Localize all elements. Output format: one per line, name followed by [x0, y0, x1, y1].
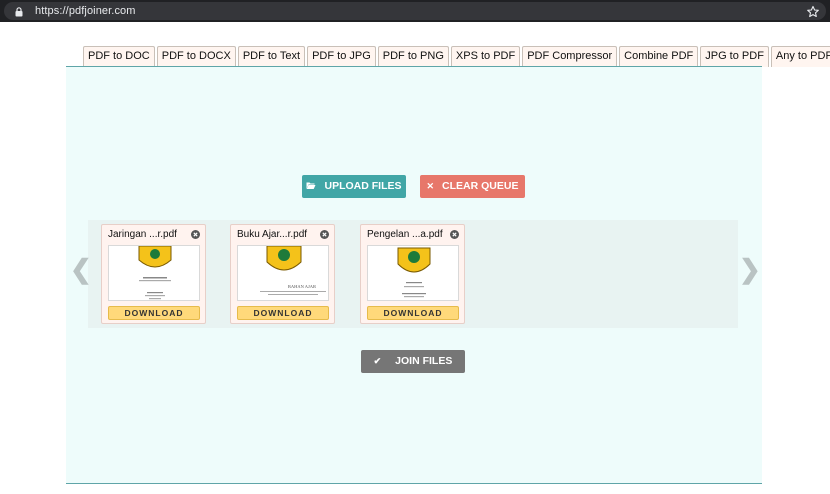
join-files-label: JOIN FILES [395, 355, 453, 367]
converter-tabs: PDF to DOC PDF to DOCX PDF to Text PDF t… [83, 46, 830, 67]
download-button[interactable]: DOWNLOAD [367, 306, 459, 320]
upload-files-button[interactable]: UPLOAD FILES [302, 175, 406, 198]
emblem-icon [266, 246, 302, 271]
chevron-right-icon[interactable]: ❯ [739, 256, 761, 282]
join-files-button[interactable]: ✔ JOIN FILES [361, 350, 465, 373]
file-card: Pengelan ...a.pdf DOWNLOAD [360, 224, 465, 324]
file-name: Pengelan ...a.pdf [367, 229, 443, 240]
file-thumbnail [367, 245, 459, 301]
tab-xps-to-pdf[interactable]: XPS to PDF [450, 46, 521, 67]
emblem-icon [397, 247, 431, 273]
tab-pdf-to-png[interactable]: PDF to PNG [377, 46, 449, 67]
file-name: Jaringan ...r.pdf [108, 229, 177, 240]
url-text[interactable]: https://pdfjoiner.com [35, 5, 136, 17]
tab-pdf-to-doc[interactable]: PDF to DOC [83, 46, 155, 67]
lock-icon [15, 7, 23, 17]
clear-queue-button[interactable]: ✕ CLEAR QUEUE [420, 175, 525, 198]
browser-toolbar: https://pdfjoiner.com [0, 0, 830, 22]
tab-pdf-to-jpg[interactable]: PDF to JPG [307, 46, 376, 67]
tab-pdf-to-docx[interactable]: PDF to DOCX [156, 46, 236, 67]
tab-pdf-to-text[interactable]: PDF to Text [237, 46, 306, 67]
upload-files-label: UPLOAD FILES [324, 180, 402, 192]
emblem-icon [138, 246, 172, 268]
tab-pdf-compressor[interactable]: PDF Compressor [522, 46, 618, 67]
joiner-panel: UPLOAD FILES ✕ CLEAR QUEUE ❮ ❯ Jaringan .… [66, 66, 762, 484]
star-icon[interactable] [806, 5, 820, 19]
tab-jpg-to-pdf[interactable]: JPG to PDF [700, 46, 769, 67]
close-icon: ✕ [426, 181, 435, 191]
remove-file-icon[interactable] [191, 230, 200, 239]
file-thumbnail: BAHAN AJAR [237, 245, 329, 301]
folder-open-icon [306, 175, 316, 198]
file-name: Buku Ajar...r.pdf [237, 229, 308, 240]
chevron-left-icon[interactable]: ❮ [70, 256, 92, 282]
check-icon: ✔ [373, 356, 382, 366]
clear-queue-label: CLEAR QUEUE [442, 180, 519, 192]
file-thumbnail [108, 245, 200, 301]
download-button[interactable]: DOWNLOAD [108, 306, 200, 320]
remove-file-icon[interactable] [450, 230, 459, 239]
tab-combine-pdf[interactable]: Combine PDF [619, 46, 699, 67]
download-button[interactable]: DOWNLOAD [237, 306, 329, 320]
file-card: Jaringan ...r.pdf DOWNLOAD [101, 224, 206, 324]
remove-file-icon[interactable] [320, 230, 329, 239]
thumb-title: BAHAN AJAR [288, 284, 316, 289]
tab-any-to-pdf[interactable]: Any to PDF [770, 46, 830, 67]
file-card: Buku Ajar...r.pdf BAHAN AJAR DOWNLOAD [230, 224, 335, 324]
address-bar[interactable]: https://pdfjoiner.com [4, 2, 826, 20]
